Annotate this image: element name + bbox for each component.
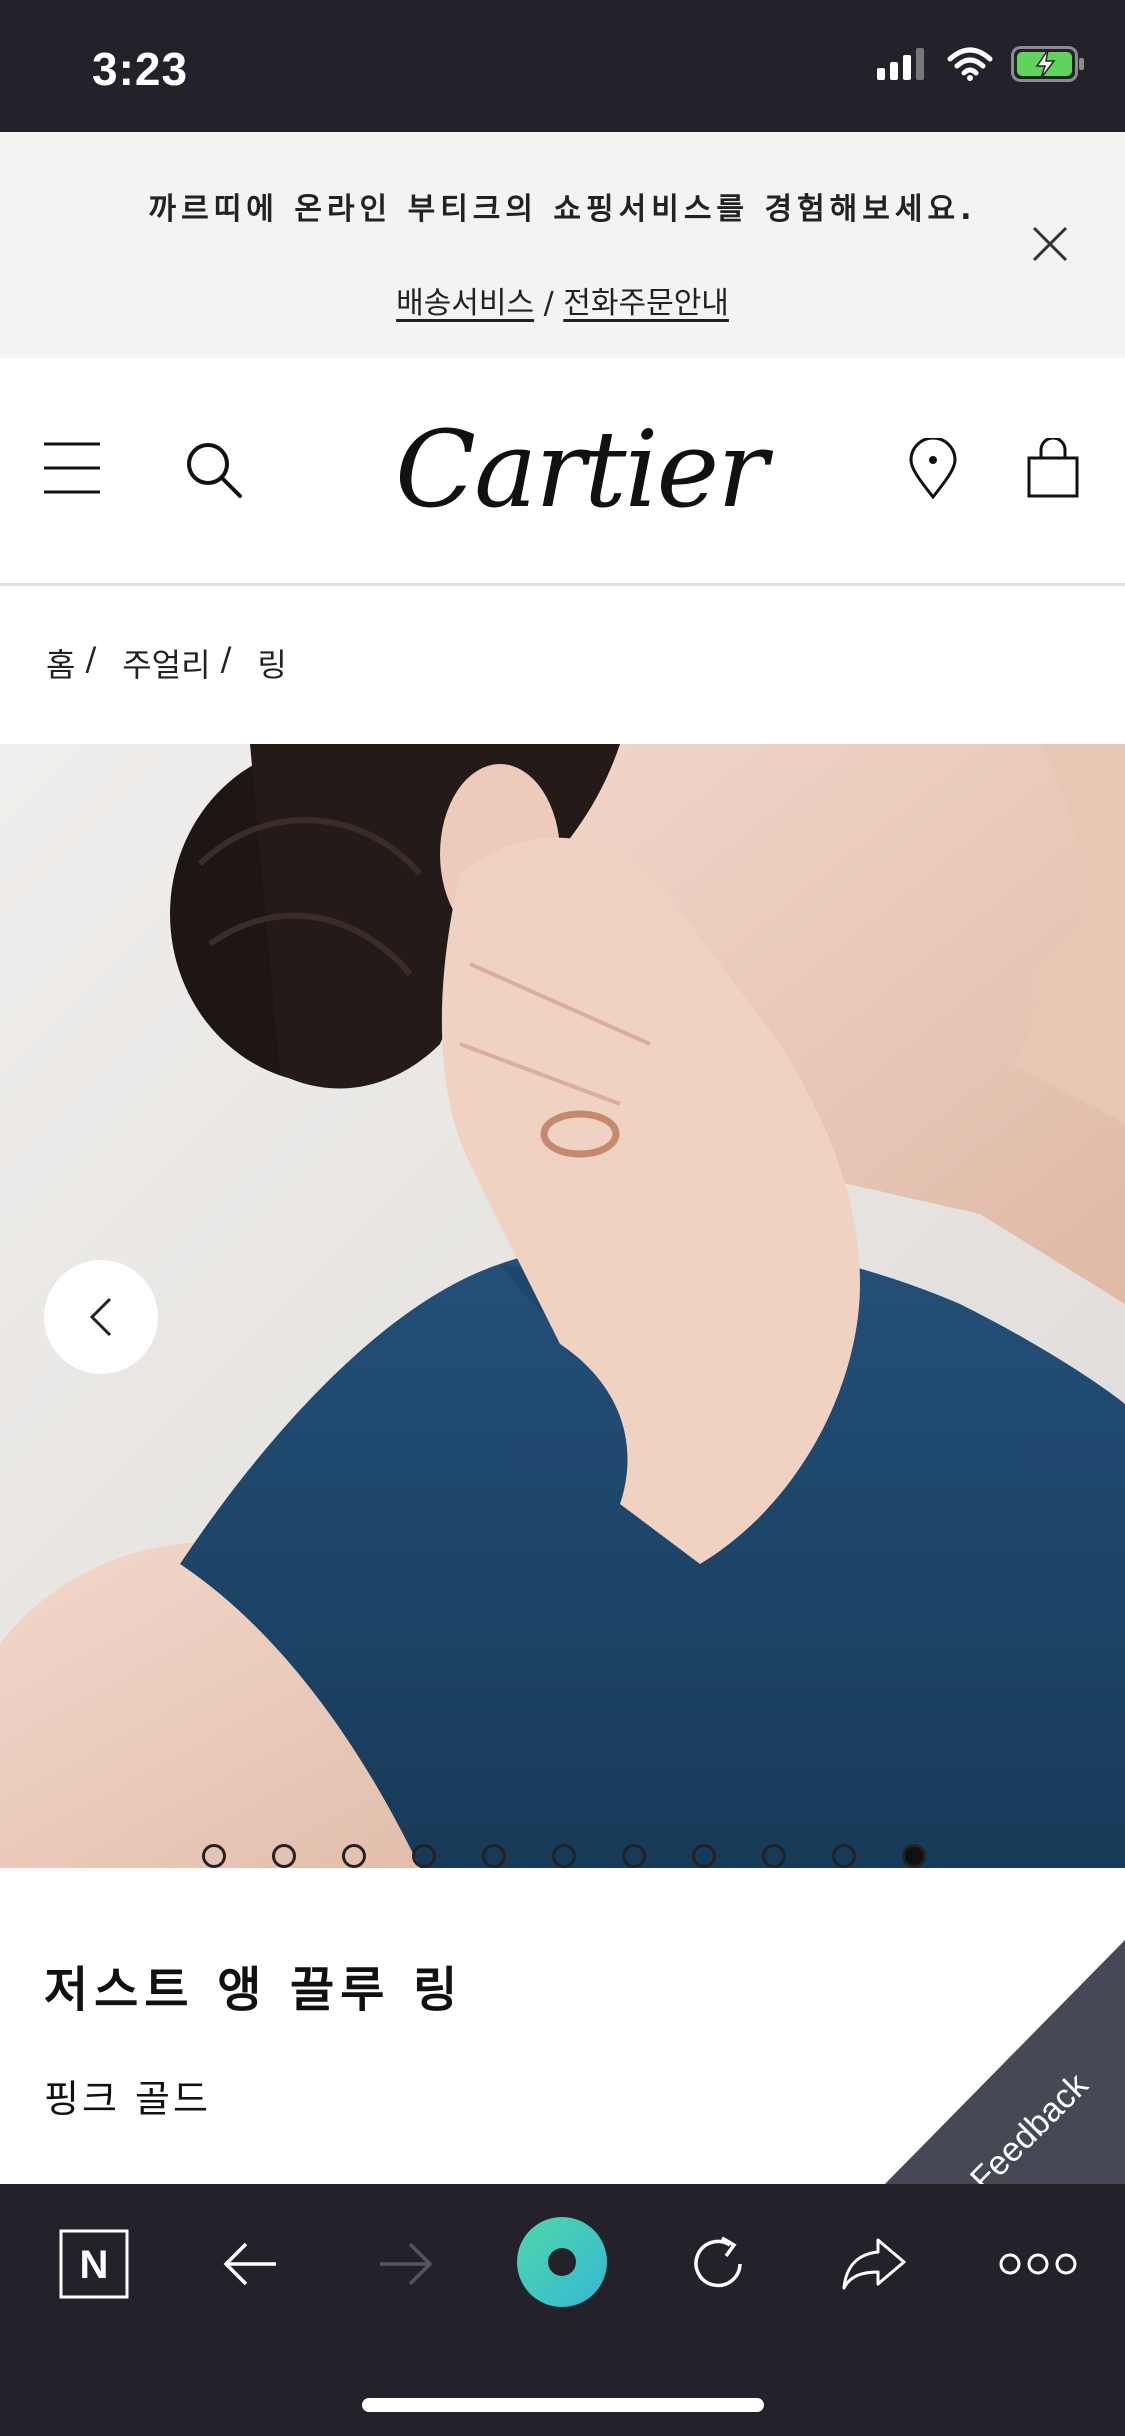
- carousel-dot[interactable]: [202, 1844, 226, 1868]
- feedback-tab[interactable]: Feedback: [885, 1940, 1125, 2184]
- status-icons: [877, 46, 1085, 82]
- menu-icon[interactable]: [42, 440, 102, 496]
- carousel-dot[interactable]: [622, 1844, 646, 1868]
- carousel-dot[interactable]: [412, 1844, 436, 1868]
- naver-n-icon: N: [59, 2229, 129, 2299]
- search-icon[interactable]: [184, 440, 244, 500]
- breadcrumb-home[interactable]: 홈: [46, 640, 75, 686]
- delivery-service-link[interactable]: 배송서비스: [396, 286, 534, 321]
- more-dots-icon: [999, 2253, 1077, 2275]
- green-dot-button[interactable]: [512, 2212, 612, 2312]
- status-time: 3:23: [92, 43, 189, 95]
- share-icon: [842, 2238, 906, 2290]
- carousel-dot[interactable]: [342, 1844, 366, 1868]
- chevron-left-icon: [89, 1297, 112, 1337]
- product-photo: [0, 744, 1125, 1868]
- forward-arrow-icon: [380, 2242, 433, 2286]
- close-icon[interactable]: [1028, 222, 1072, 266]
- share-button[interactable]: [824, 2214, 924, 2314]
- breadcrumb-separator: /: [220, 640, 232, 678]
- back-arrow-icon: [223, 2242, 276, 2286]
- naver-n-label: N: [80, 2243, 109, 2287]
- forward-button[interactable]: [356, 2214, 456, 2314]
- battery-charging-icon: [1011, 46, 1084, 82]
- shopping-bag-icon[interactable]: [1026, 438, 1080, 498]
- promo-links: 배송서비스 / 전화주문안내: [0, 278, 1125, 322]
- breadcrumb-separator: /: [85, 640, 97, 678]
- cartier-logo[interactable]: Cartier: [395, 408, 768, 531]
- more-button[interactable]: [982, 2214, 1094, 2314]
- promo-text: 까르띠에 온라인 부티크의 쇼핑서비스를 경험해보세요.: [148, 192, 977, 227]
- home-circle-icon: [517, 2217, 607, 2307]
- carousel-dot[interactable]: [762, 1844, 786, 1868]
- reload-icon: [694, 2236, 742, 2288]
- site-header: Cartier: [0, 358, 1125, 586]
- carousel-dot[interactable]: [552, 1844, 576, 1868]
- carousel-dots: [0, 1844, 1125, 1872]
- signal-icon: [877, 48, 924, 80]
- product-name: 저스트 앵 끌루 링: [44, 1962, 464, 2018]
- location-pin-icon[interactable]: [908, 438, 958, 500]
- product-material: 핑크 골드: [44, 2077, 211, 2121]
- breadcrumb-ring[interactable]: 링: [257, 640, 286, 686]
- carousel-dot-active[interactable]: [902, 1844, 926, 1868]
- promo-link-separator: /: [543, 286, 554, 321]
- reload-button[interactable]: [668, 2214, 768, 2314]
- carousel-dot[interactable]: [272, 1844, 296, 1868]
- status-bar: 3:23: [0, 0, 1125, 132]
- phone-order-link[interactable]: 전화주문안내: [563, 286, 729, 321]
- carousel-dot[interactable]: [832, 1844, 856, 1868]
- wifi-icon: [947, 47, 993, 81]
- carousel-dot[interactable]: [482, 1844, 506, 1868]
- naver-home-button[interactable]: N: [44, 2214, 144, 2314]
- home-indicator: [362, 2398, 764, 2412]
- carousel-dot[interactable]: [692, 1844, 716, 1868]
- carousel-prev-button[interactable]: [44, 1260, 158, 1374]
- breadcrumb: 홈 / 주얼리 / 링: [46, 640, 287, 686]
- breadcrumb-jewelry[interactable]: 주얼리: [122, 640, 210, 686]
- product-image-carousel[interactable]: [0, 744, 1125, 1868]
- back-button[interactable]: [200, 2214, 300, 2314]
- promo-banner: 까르띠에 온라인 부티크의 쇼핑서비스를 경험해보세요. 배송서비스 / 전화주…: [0, 132, 1125, 358]
